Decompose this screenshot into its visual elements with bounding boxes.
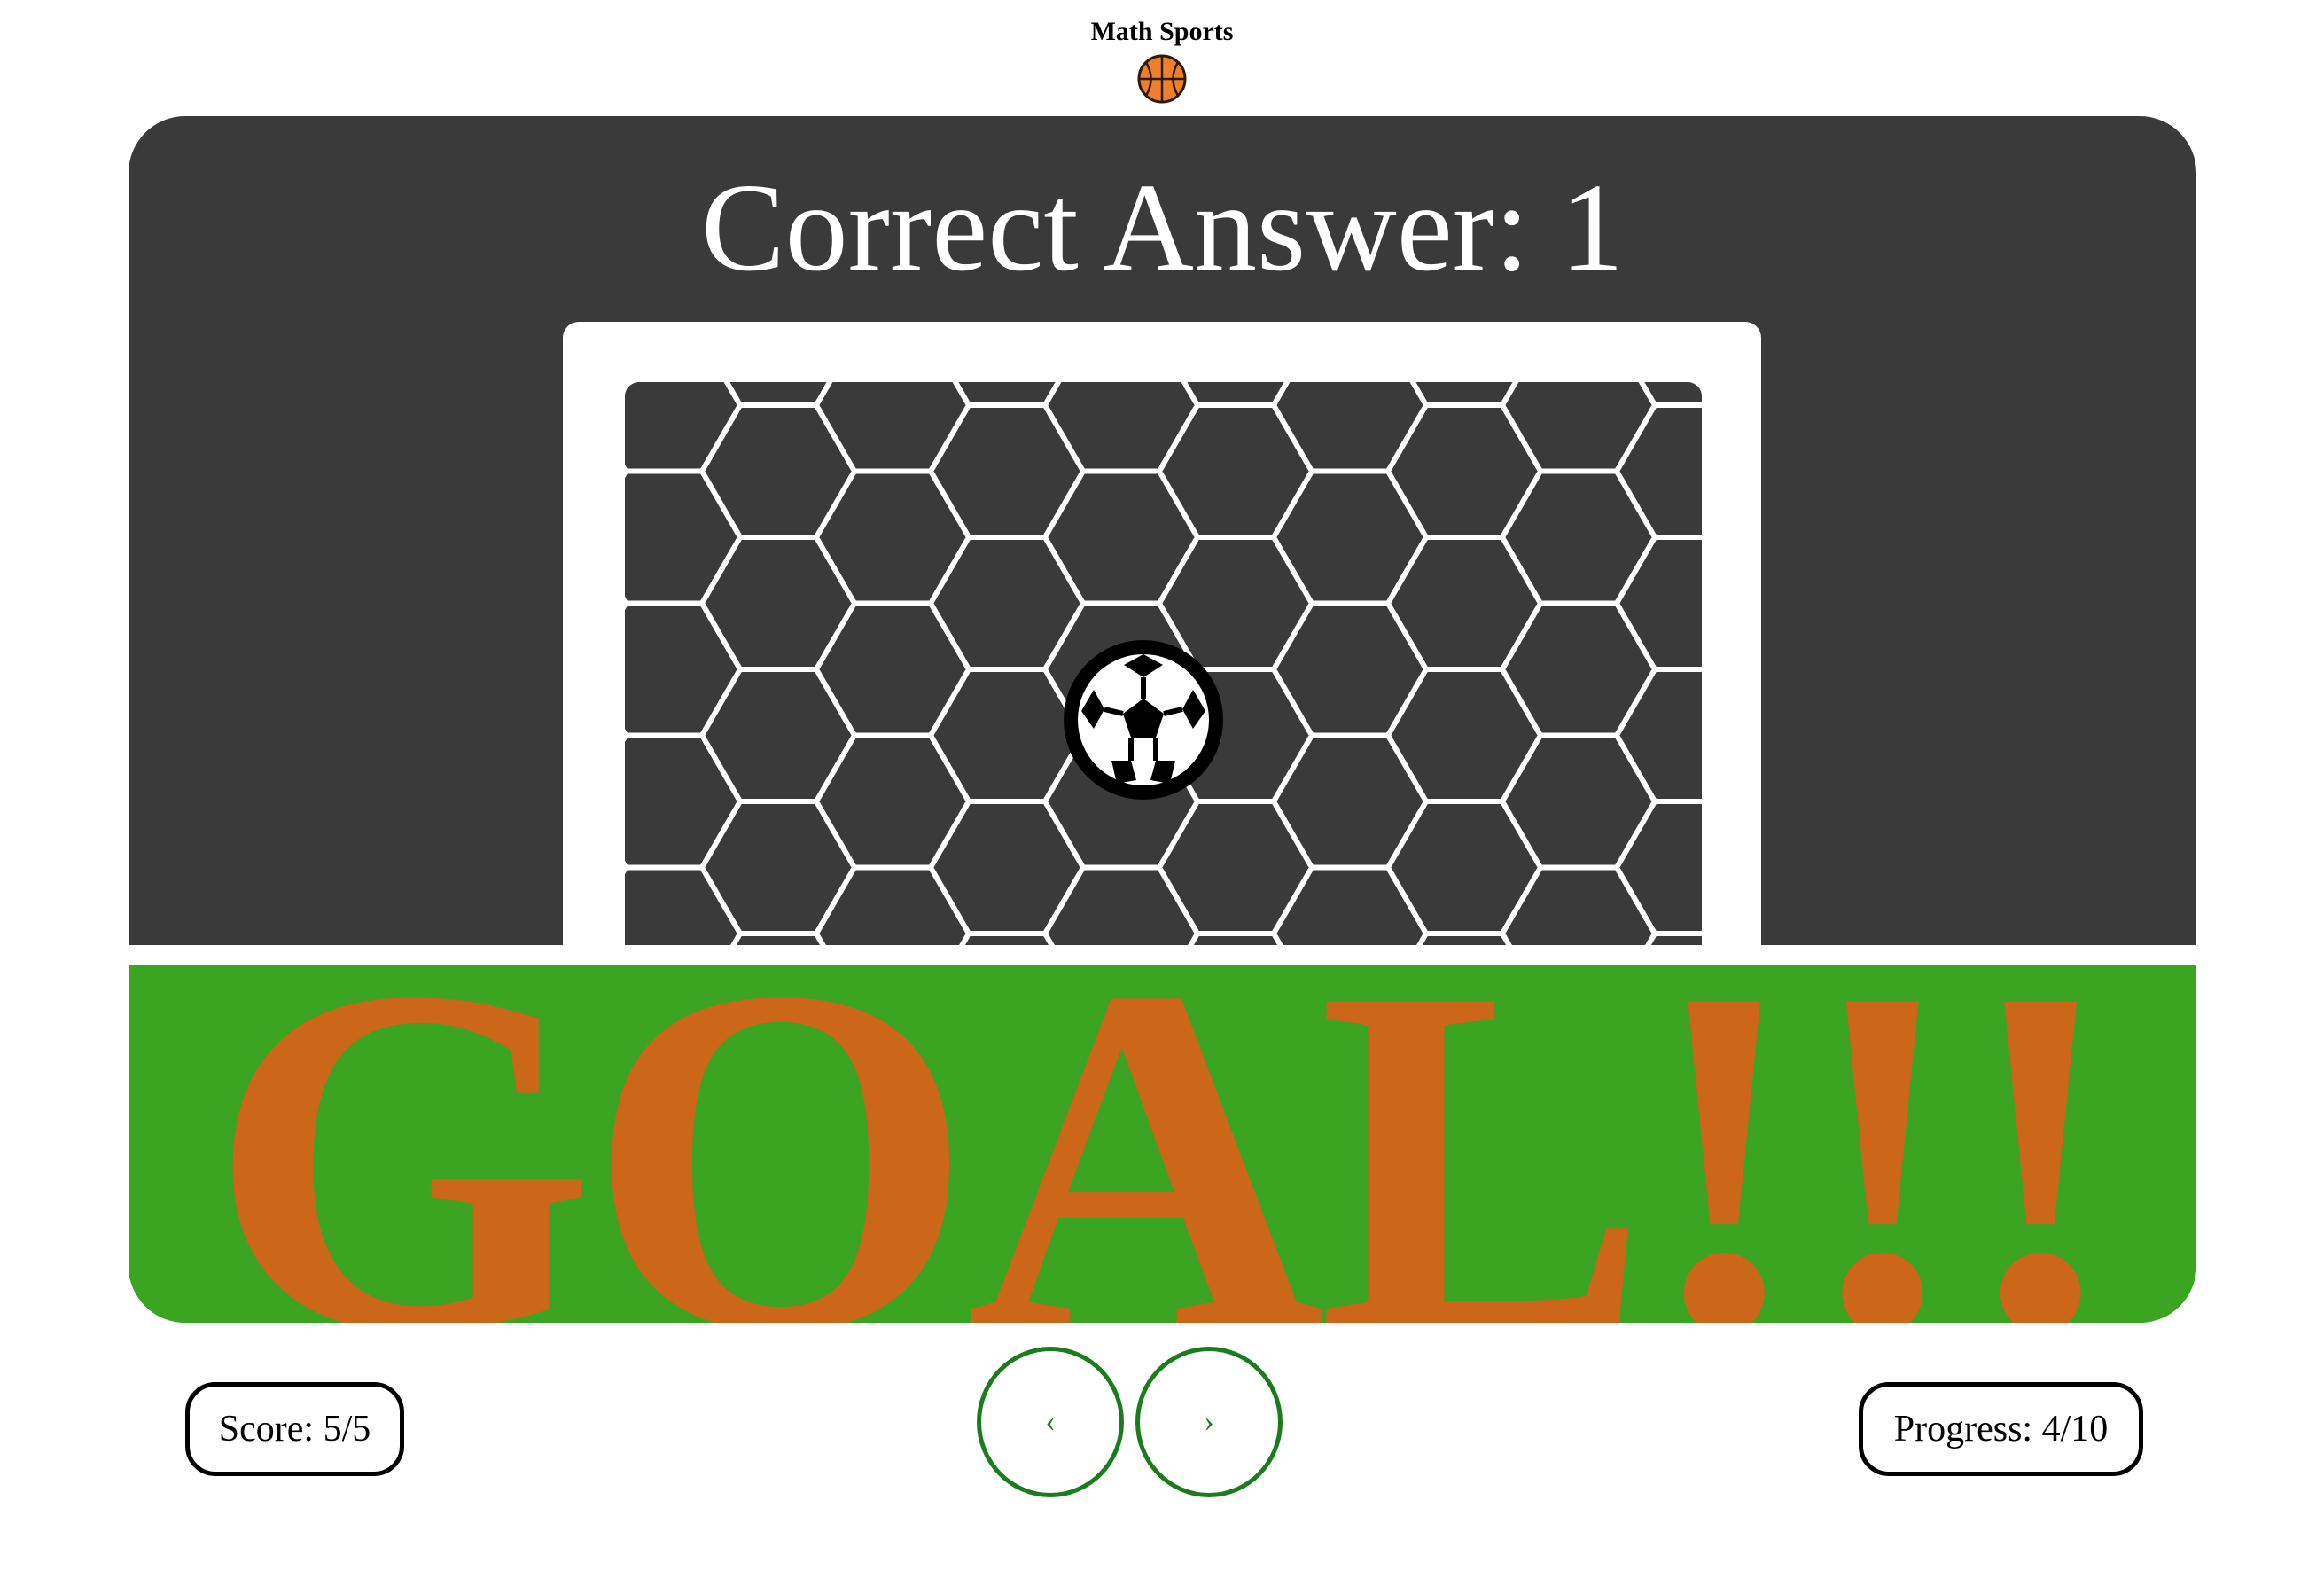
score-label: Score: 5/5 xyxy=(218,1409,371,1449)
next-button[interactable]: › xyxy=(1135,1347,1283,1497)
chevron-left-icon: ‹ xyxy=(1045,1405,1056,1438)
previous-button[interactable]: ‹ xyxy=(977,1347,1124,1497)
site-header: Math Sports xyxy=(0,16,2324,105)
score-display: Score: 5/5 xyxy=(185,1382,404,1476)
chevron-right-icon: › xyxy=(1204,1405,1214,1438)
basketball-icon xyxy=(1137,54,1187,104)
progress-display: Progress: 4/10 xyxy=(1859,1382,2143,1476)
soccer-ball-icon xyxy=(1064,640,1223,800)
progress-label: Progress: 4/10 xyxy=(1893,1409,2109,1449)
goal-result-text: GOAL!!! xyxy=(208,885,2124,1323)
site-title: Math Sports xyxy=(1090,17,1234,46)
game-card: Correct Answer: 1 GOAL!!! xyxy=(129,116,2196,1323)
